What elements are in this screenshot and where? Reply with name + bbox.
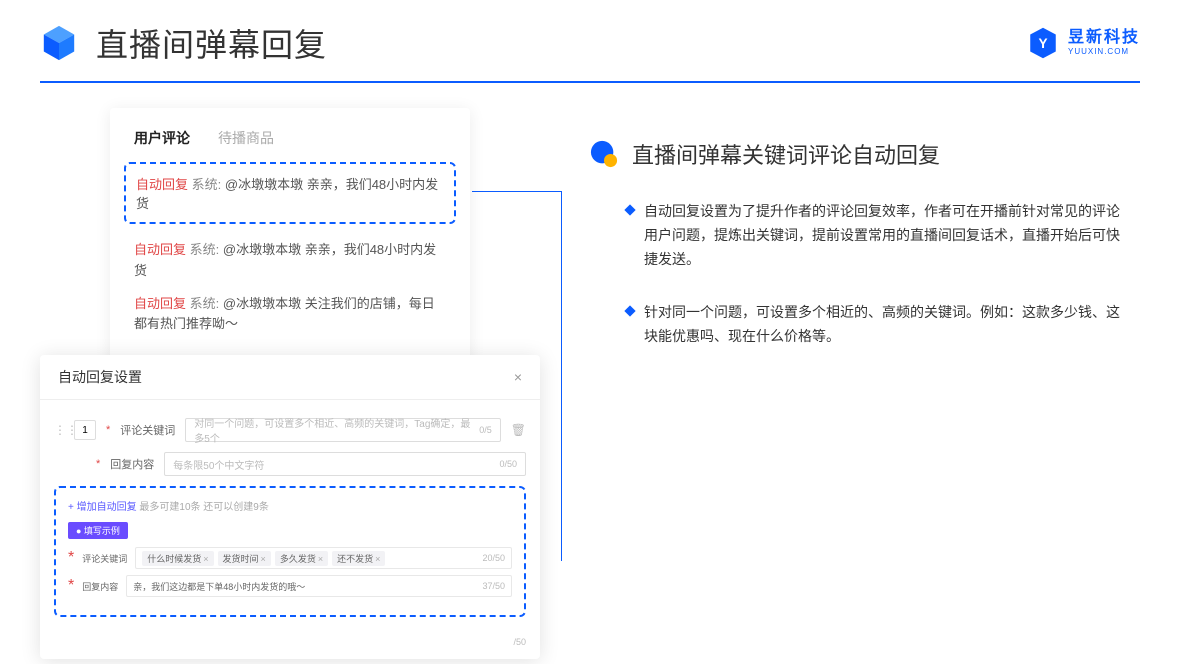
tag-remove-icon[interactable]: × bbox=[375, 554, 380, 564]
tag: 发货时间× bbox=[218, 551, 271, 566]
ex-keyword-label: 评论关键词 bbox=[82, 552, 127, 565]
example-tags-input[interactable]: 什么时候发货× 发货时间× 多久发货× 还不发货× 20/50 bbox=[135, 547, 512, 569]
brand-logo-icon: Y bbox=[1026, 26, 1060, 60]
page-title: 直播间弹幕回复 bbox=[96, 20, 327, 66]
highlighted-comment-row: 自动回复 系统: @冰墩墩本墩 亲亲，我们48小时内发货 bbox=[124, 162, 456, 224]
auto-reply-tag: 自动回复 bbox=[134, 242, 186, 257]
tag: 还不发货× bbox=[332, 551, 385, 566]
left-column: 用户评论 待播商品 自动回复 系统: @冰墩墩本墩 亲亲，我们48小时内发货 自… bbox=[40, 108, 540, 659]
system-label: 系统: bbox=[190, 242, 220, 257]
brand: Y 昱新科技 YUUXIN.COM bbox=[1026, 26, 1140, 60]
brand-subtitle: YUUXIN.COM bbox=[1068, 48, 1140, 56]
reply-label: 回复内容 bbox=[110, 456, 154, 472]
reply-form-row: * 回复内容 每条限50个中文字符 0/50 bbox=[54, 452, 526, 476]
system-label: 系统: bbox=[190, 296, 220, 311]
keyword-form-row: ⋮⋮ 1 * 评论关键词 对同一个问题，可设置多个相近、高频的关键词，Tag确定… bbox=[54, 418, 526, 442]
auto-reply-settings-modal: 自动回复设置 × ⋮⋮ 1 * 评论关键词 对同一个问题，可设置多个相近、高频的… bbox=[40, 355, 540, 659]
tag-remove-icon[interactable]: × bbox=[318, 554, 323, 564]
diamond-icon bbox=[624, 204, 635, 215]
brand-text: 昱新科技 YUUXIN.COM bbox=[1068, 30, 1140, 56]
chat-bubble-icon bbox=[590, 140, 618, 168]
page-header: 直播间弹幕回复 Y 昱新科技 YUUXIN.COM bbox=[0, 0, 1180, 81]
required-mark: * bbox=[68, 577, 74, 595]
tag: 多久发货× bbox=[275, 551, 328, 566]
bullet-text: 针对同一个问题，可设置多个相近的、高频的关键词。例如：这款多少钱、这块能优惠吗、… bbox=[644, 301, 1120, 349]
section-title: 直播间弹幕关键词评论自动回复 bbox=[632, 138, 940, 170]
auto-reply-tag: 自动回复 bbox=[134, 296, 186, 311]
delete-icon[interactable]: 🗑 bbox=[511, 423, 526, 437]
example-badge: ● 填写示例 bbox=[68, 522, 128, 539]
modal-header: 自动回复设置 × bbox=[40, 355, 540, 400]
example-reply-input[interactable]: 亲，我们这边都是下单48小时内发货的哦～ 37/50 bbox=[126, 575, 512, 597]
modal-title: 自动回复设置 bbox=[58, 367, 142, 387]
section-header: 直播间弹幕关键词评论自动回复 bbox=[590, 138, 1120, 170]
bullet-list: 自动回复设置为了提升作者的评论回复效率，作者可在开播前针对常见的评论用户问题，提… bbox=[590, 200, 1120, 349]
keyword-counter: 0/5 bbox=[479, 425, 492, 435]
add-line: + 增加自动回复 最多可建10条 还可以创建9条 bbox=[68, 498, 512, 513]
ex-keyword-counter: 20/50 bbox=[482, 553, 505, 563]
keyword-input[interactable]: 对同一个问题，可设置多个相近、高频的关键词，Tag确定，最多5个 0/5 bbox=[185, 418, 500, 442]
header-divider bbox=[40, 81, 1140, 83]
reply-placeholder: 每条限50个中文字符 bbox=[173, 457, 264, 472]
right-column: 直播间弹幕关键词评论自动回复 自动回复设置为了提升作者的评论回复效率，作者可在开… bbox=[590, 108, 1140, 659]
required-mark: * bbox=[68, 549, 74, 567]
comment-card: 用户评论 待播商品 自动回复 系统: @冰墩墩本墩 亲亲，我们48小时内发货 自… bbox=[110, 108, 470, 365]
modal-footer: /50 bbox=[40, 631, 540, 659]
ex-reply-counter: 37/50 bbox=[482, 581, 505, 591]
keyword-placeholder: 对同一个问题，可设置多个相近、高频的关键词，Tag确定，最多5个 bbox=[194, 415, 479, 445]
brand-name: 昱新科技 bbox=[1068, 30, 1140, 46]
tab-pending-products[interactable]: 待播商品 bbox=[218, 128, 274, 148]
example-block: + 增加自动回复 最多可建10条 还可以创建9条 ● 填写示例 * 评论关键词 … bbox=[54, 486, 526, 617]
add-auto-reply-link[interactable]: + 增加自动回复 bbox=[68, 502, 137, 513]
system-label: 系统: bbox=[192, 177, 222, 192]
example-keyword-row: * 评论关键词 什么时候发货× 发货时间× 多久发货× 还不发货× 20/50 bbox=[68, 547, 512, 569]
svg-text:Y: Y bbox=[1038, 36, 1047, 51]
tag-remove-icon[interactable]: × bbox=[261, 554, 266, 564]
add-hint: 最多可建10条 还可以创建9条 bbox=[139, 502, 268, 513]
tabs: 用户评论 待播商品 bbox=[110, 128, 470, 162]
modal-body: ⋮⋮ 1 * 评论关键词 对同一个问题，可设置多个相近、高频的关键词，Tag确定… bbox=[40, 400, 540, 631]
rule-number: 1 bbox=[74, 420, 96, 440]
auto-reply-tag: 自动回复 bbox=[136, 177, 188, 192]
comment-row: 自动回复 系统: @冰墩墩本墩 亲亲，我们48小时内发货 bbox=[110, 234, 470, 288]
comment-row: 自动回复 系统: @冰墩墩本墩 关注我们的店铺，每日都有热门推荐呦～ bbox=[110, 288, 470, 342]
diamond-icon bbox=[624, 306, 635, 317]
required-mark: * bbox=[96, 458, 100, 470]
reply-input[interactable]: 每条限50个中文字符 0/50 bbox=[164, 452, 526, 476]
tag: 什么时候发货× bbox=[142, 551, 213, 566]
drag-handle-icon[interactable]: ⋮⋮ bbox=[54, 423, 64, 437]
ex-reply-value: 亲，我们这边都是下单48小时内发货的哦～ bbox=[133, 580, 305, 593]
footer-counter: /50 bbox=[513, 637, 526, 647]
header-left: 直播间弹幕回复 bbox=[40, 20, 327, 66]
cube-icon bbox=[40, 24, 78, 62]
bullet-item: 自动回复设置为了提升作者的评论回复效率，作者可在开播前针对常见的评论用户问题，提… bbox=[626, 200, 1120, 271]
ex-reply-label: 回复内容 bbox=[82, 580, 118, 593]
bullet-text: 自动回复设置为了提升作者的评论回复效率，作者可在开播前针对常见的评论用户问题，提… bbox=[644, 200, 1120, 271]
reply-counter: 0/50 bbox=[499, 459, 517, 469]
tag-remove-icon[interactable]: × bbox=[203, 554, 208, 564]
example-reply-row: * 回复内容 亲，我们这边都是下单48小时内发货的哦～ 37/50 bbox=[68, 575, 512, 597]
keyword-label: 评论关键词 bbox=[120, 422, 175, 438]
required-mark: * bbox=[106, 424, 110, 436]
bullet-item: 针对同一个问题，可设置多个相近的、高频的关键词。例如：这款多少钱、这块能优惠吗、… bbox=[626, 301, 1120, 349]
close-icon[interactable]: × bbox=[514, 369, 522, 385]
tab-user-comments[interactable]: 用户评论 bbox=[134, 128, 190, 148]
